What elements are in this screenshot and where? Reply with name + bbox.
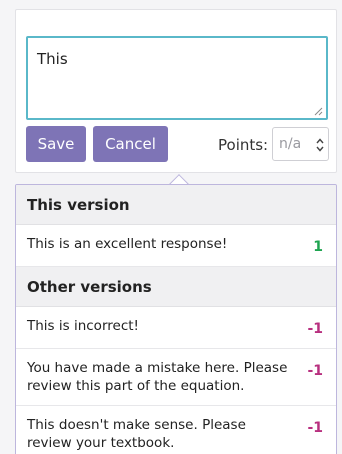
feedback-item[interactable]: This is incorrect! -1 (16, 307, 336, 349)
this-version-header: This version (16, 185, 336, 225)
resize-grip-icon[interactable] (314, 107, 323, 116)
feedback-textarea[interactable]: This (26, 36, 328, 120)
points-label: Points: (218, 136, 269, 154)
cancel-button[interactable]: Cancel (93, 126, 168, 162)
feedback-item[interactable]: This doesn't make sense. Please review y… (16, 406, 336, 454)
feedback-item-points: -1 (307, 420, 323, 436)
feedback-item[interactable]: You have made a mistake here. Please rev… (16, 349, 336, 406)
other-versions-header: Other versions (16, 267, 336, 307)
feedback-textarea-value: This (37, 50, 68, 68)
points-input[interactable]: n/a (272, 127, 329, 161)
feedback-item-points: 1 (313, 239, 323, 255)
spin-arrows-icon[interactable] (315, 137, 325, 153)
feedback-item-text: This is incorrect! (27, 318, 139, 334)
feedback-item-points: -1 (307, 363, 323, 379)
points-placeholder: n/a (279, 136, 302, 152)
feedback-item-points: -1 (307, 321, 323, 337)
feedback-item-text: This is an excellent response! (27, 236, 228, 252)
feedback-item-text: You have made a mistake here. Please rev… (27, 360, 288, 394)
feedback-list-panel: This version This is an excellent respon… (15, 184, 337, 454)
feedback-item-text: This doesn't make sense. Please review y… (27, 417, 246, 451)
feedback-item[interactable]: This is an excellent response! 1 (16, 225, 336, 267)
save-button[interactable]: Save (26, 126, 86, 162)
